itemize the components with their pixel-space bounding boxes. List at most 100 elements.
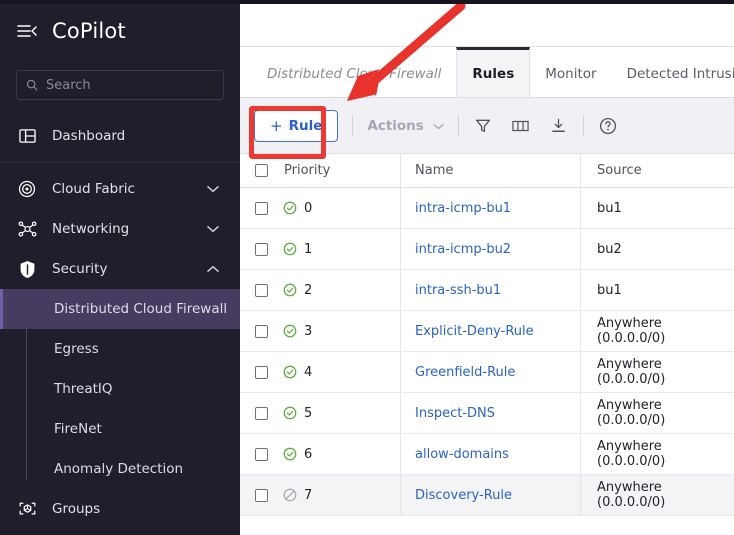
cell-priority: 7	[282, 488, 400, 503]
cell-priority: 3	[282, 324, 400, 339]
actions-dropdown[interactable]: Actions	[367, 117, 444, 134]
row-select-cell	[240, 242, 282, 256]
status-enabled-icon	[282, 283, 297, 298]
sidebar-item-firenet[interactable]: FireNet	[0, 409, 240, 449]
row-checkbox[interactable]	[254, 283, 268, 297]
column-label: Source	[597, 163, 642, 178]
tab-monitor[interactable]: Monitor	[530, 47, 611, 97]
sidebar-item-cloud-fabric[interactable]: Cloud Fabric	[0, 169, 240, 209]
row-checkbox[interactable]	[254, 447, 268, 461]
cell-priority: 6	[282, 447, 400, 462]
sidebar-nav: Dashboard Cloud Fabric Networking Securi…	[0, 116, 240, 535]
sidebar-item-threatiq[interactable]: ThreatIQ	[0, 369, 240, 409]
priority-value: 0	[304, 200, 313, 216]
column-header-source[interactable]: Source	[580, 154, 734, 187]
sidebar-item-egress[interactable]: Egress	[0, 329, 240, 369]
tab-rules[interactable]: Rules	[456, 47, 531, 97]
tab-detected-intrusions[interactable]: Detected Intrusions	[612, 47, 734, 97]
tab-label: Detected Intrusions	[626, 65, 734, 82]
row-checkbox[interactable]	[254, 488, 268, 502]
sidebar-item-label: Networking	[52, 221, 130, 237]
row-checkbox[interactable]	[254, 201, 268, 215]
table-row[interactable]: 3 Explicit-Deny-Rule Anywhere (0.0.0.0/0)	[240, 311, 734, 352]
rule-name-link[interactable]: Greenfield-Rule	[415, 365, 515, 380]
sidebar-subitem-label: ThreatIQ	[54, 381, 113, 397]
row-checkbox[interactable]	[254, 242, 268, 256]
application-window: CoPilot Dashboard	[0, 0, 734, 535]
table-toolbar: + Rule Actions	[240, 98, 734, 154]
source-value: Anywhere (0.0.0.0/0)	[597, 398, 666, 428]
table-row[interactable]: 6 allow-domains Anywhere (0.0.0.0/0)	[240, 434, 734, 475]
status-enabled-icon	[282, 242, 297, 257]
chevron-up-icon[interactable]	[206, 262, 220, 276]
table-row[interactable]: 7 Discovery-Rule Anywhere (0.0.0.0/0)	[240, 475, 734, 516]
filter-icon[interactable]	[473, 116, 493, 136]
search-input[interactable]	[46, 77, 216, 93]
columns-icon[interactable]	[511, 116, 531, 136]
collapse-menu-icon[interactable]	[16, 20, 38, 42]
download-icon[interactable]	[549, 116, 569, 136]
breadcrumb-distributed-cloud-firewall[interactable]: Distributed Cloud Firewall	[252, 47, 456, 97]
table-row[interactable]: 2 intra-ssh-bu1 bu1	[240, 270, 734, 311]
column-header-name[interactable]: Name	[400, 154, 580, 187]
networking-icon	[16, 218, 38, 240]
table-row[interactable]: 4 Greenfield-Rule Anywhere (0.0.0.0/0)	[240, 352, 734, 393]
app-title: CoPilot	[52, 19, 126, 43]
sidebar-item-distributed-cloud-firewall[interactable]: Distributed Cloud Firewall	[0, 289, 240, 329]
cell-source: bu2	[580, 229, 734, 269]
cell-name: intra-icmp-bu1	[400, 188, 580, 228]
row-select-cell	[240, 447, 282, 461]
sidebar: CoPilot Dashboard	[0, 0, 240, 535]
sidebar-item-groups[interactable]: Groups	[0, 489, 240, 529]
status-enabled-icon	[282, 324, 297, 339]
row-checkbox[interactable]	[254, 365, 268, 379]
sidebar-item-anomaly-detection[interactable]: Anomaly Detection	[0, 449, 240, 489]
cloud-fabric-icon	[16, 178, 38, 200]
rule-name-link[interactable]: allow-domains	[415, 447, 509, 462]
rule-name-link[interactable]: intra-icmp-bu2	[415, 242, 511, 257]
cell-source: Anywhere (0.0.0.0/0)	[580, 475, 734, 515]
help-icon[interactable]	[598, 116, 618, 136]
chevron-down-icon[interactable]	[206, 182, 220, 196]
sidebar-item-dashboard[interactable]: Dashboard	[0, 116, 240, 156]
rule-name-link[interactable]: Discovery-Rule	[415, 488, 512, 503]
column-label: Name	[415, 163, 454, 178]
table-body: 0 intra-icmp-bu1 bu1 1 intra-icmp-bu2 bu2 2 int…	[240, 188, 734, 516]
source-value: bu1	[597, 282, 622, 298]
rule-name-link[interactable]: Explicit-Deny-Rule	[415, 324, 534, 339]
window-top-strip	[0, 0, 734, 4]
rule-name-link[interactable]: intra-ssh-bu1	[415, 283, 501, 298]
select-all-checkbox[interactable]	[254, 164, 268, 177]
sidebar-search-wrap	[0, 62, 240, 100]
sidebar-item-label: Cloud Fabric	[52, 181, 135, 197]
row-checkbox[interactable]	[254, 406, 268, 420]
dashboard-icon	[16, 125, 38, 147]
chevron-down-icon[interactable]	[206, 222, 220, 236]
table-row[interactable]: 1 intra-icmp-bu2 bu2	[240, 229, 734, 270]
tab-bar: Distributed Cloud Firewall Rules Monitor…	[240, 47, 734, 98]
cell-source: Anywhere (0.0.0.0/0)	[580, 352, 734, 392]
toolbar-separator-3	[582, 114, 584, 137]
cell-source: Anywhere (0.0.0.0/0)	[580, 311, 734, 351]
cell-name: intra-ssh-bu1	[400, 270, 580, 310]
cell-name: Discovery-Rule	[400, 475, 580, 515]
column-header-priority[interactable]: Priority	[282, 163, 400, 178]
source-value: Anywhere (0.0.0.0/0)	[597, 439, 666, 469]
priority-value: 5	[304, 405, 313, 421]
rule-name-link[interactable]: intra-icmp-bu1	[415, 201, 511, 216]
row-checkbox[interactable]	[254, 324, 268, 338]
sidebar-subitem-label: Egress	[54, 341, 99, 357]
row-select-cell	[240, 201, 282, 215]
search-box[interactable]	[16, 70, 224, 100]
table-row[interactable]: 0 intra-icmp-bu1 bu1	[240, 188, 734, 229]
status-enabled-icon	[282, 201, 297, 216]
sidebar-item-security[interactable]: Security	[0, 249, 240, 289]
add-rule-button[interactable]: + Rule	[254, 109, 339, 142]
cell-name: Explicit-Deny-Rule	[400, 311, 580, 351]
sidebar-item-networking[interactable]: Networking	[0, 209, 240, 249]
actions-label: Actions	[367, 117, 424, 134]
main-header-gap	[240, 0, 734, 47]
shield-icon	[16, 258, 38, 280]
rule-name-link[interactable]: Inspect-DNS	[415, 406, 495, 421]
table-row[interactable]: 5 Inspect-DNS Anywhere (0.0.0.0/0)	[240, 393, 734, 434]
